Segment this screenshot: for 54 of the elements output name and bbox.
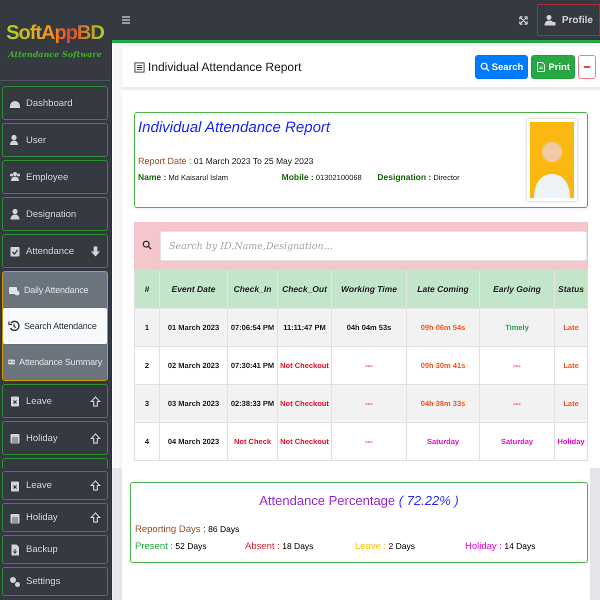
submenu-item[interactable]: Search Attendance <box>3 308 107 344</box>
sidebar-item[interactable]: Holiday <box>2 421 108 455</box>
menu-icon <box>120 14 132 26</box>
sidebar-item[interactable]: Settings <box>2 567 108 596</box>
column-header: # <box>134 270 160 308</box>
user-icon <box>9 134 21 146</box>
stat-text: Leave : 2 Days <box>355 541 416 551</box>
column-header: Working Time <box>332 270 406 308</box>
sidebar-item[interactable]: Holiday <box>2 503 108 532</box>
search-button[interactable]: Search <box>474 55 528 79</box>
column-header: Status <box>554 270 588 308</box>
calendar-icon <box>9 480 21 492</box>
calendar-check-icon <box>9 245 21 257</box>
calendar-icon <box>9 432 21 444</box>
column-header: Event Date <box>160 270 228 308</box>
sidebar-item[interactable]: Designation <box>2 197 108 231</box>
search-field[interactable]: Search by ID,Name,Designation... <box>160 231 588 261</box>
stat-text: Absent : 18 Days <box>245 541 314 551</box>
column-header: Check_In <box>228 270 278 308</box>
file-icon <box>536 62 546 72</box>
report-heading: Individual Attendance Report <box>138 119 332 136</box>
submenu-item[interactable]: Daily Attendance <box>3 272 107 308</box>
column-header: Check_Out <box>278 270 332 308</box>
submenu-item[interactable]: Attendance Summary <box>3 344 107 380</box>
column-header: Early Going <box>480 270 554 308</box>
search-icon <box>142 240 152 250</box>
user-lock-icon <box>544 14 556 26</box>
sidebar-item[interactable]: Leave <box>2 384 108 418</box>
summary-title: Attendance Percentage ( 72.22% ) <box>258 493 460 508</box>
calendar-icon <box>9 512 21 524</box>
stat-text: Present : 52 Days <box>135 541 207 551</box>
collapse-button[interactable] <box>578 55 596 79</box>
calendar-icon <box>9 395 21 407</box>
sidebar-item[interactable]: Backup <box>2 535 108 564</box>
users-icon <box>9 171 21 183</box>
sidebar-item[interactable]: Leave <box>2 471 108 500</box>
list-icon <box>134 62 145 72</box>
tagline: Attendance Software <box>8 48 102 58</box>
sidebar-item[interactable]: Dashboard <box>2 86 108 120</box>
history-icon <box>8 320 20 332</box>
file-icon <box>9 544 21 556</box>
logo: SoftAppBD <box>6 22 104 44</box>
column-header: Late Coming <box>406 270 480 308</box>
search-icon <box>480 62 490 72</box>
profile-button[interactable]: Profile <box>536 4 600 36</box>
reporting-days: Reporting Days : 86 Days <box>135 524 583 535</box>
expand-icon <box>518 14 529 26</box>
stat-text: Holiday : 14 Days <box>465 541 536 551</box>
sidebar-item[interactable]: Attendance <box>2 234 108 268</box>
sidebar-item[interactable]: User <box>2 123 108 157</box>
sidebar-item[interactable]: Employee <box>2 160 108 194</box>
report-date: Report Date : 01 March 2023 To 25 May 2023 <box>138 156 314 166</box>
user-icon <box>9 208 21 220</box>
report-title: Individual Attendance Report <box>148 60 302 74</box>
